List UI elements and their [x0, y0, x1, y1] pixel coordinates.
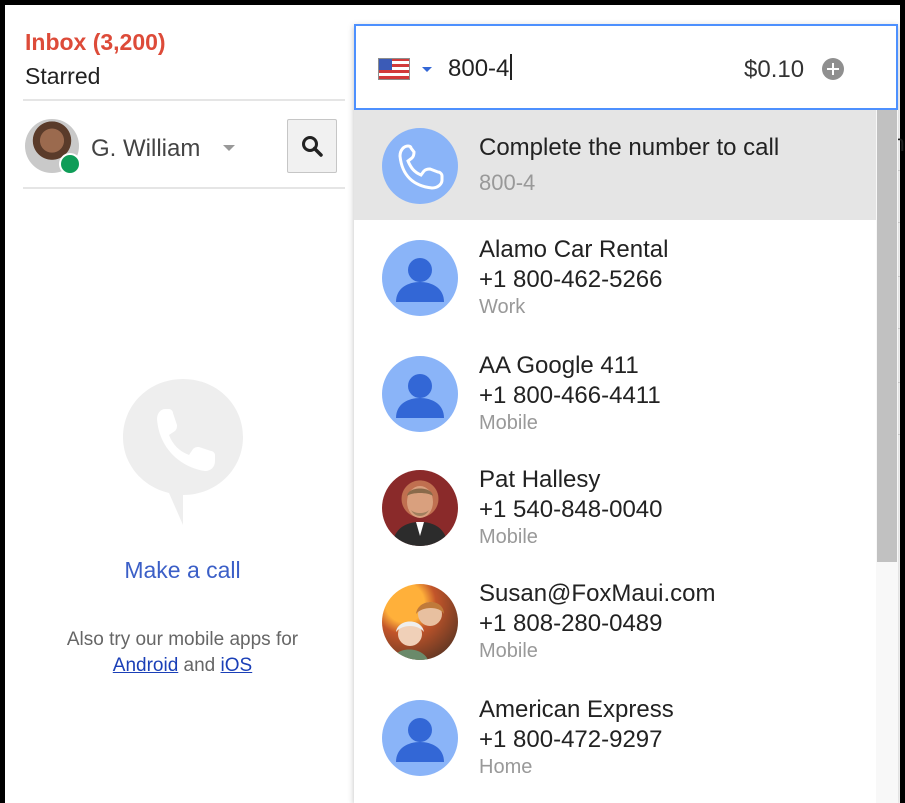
- inbox-link[interactable]: Inbox (3,200): [25, 29, 166, 56]
- ios-link[interactable]: iOS: [221, 655, 253, 676]
- contact-row[interactable]: Alamo Car Rental +1 800-462-5266 Work: [354, 220, 876, 336]
- call-rate: $0.10: [744, 56, 805, 83]
- contact-number: +1 800-466-4411: [479, 382, 661, 409]
- contact-number: +1 808-280-0489: [479, 610, 663, 637]
- us-flag-icon[interactable]: [378, 58, 410, 80]
- phone-icon: [382, 128, 458, 204]
- search-icon: [302, 136, 323, 157]
- person-silhouette: [392, 486, 448, 546]
- and-text: and: [183, 655, 216, 676]
- contact-number-type: Home: [479, 756, 533, 778]
- add-credit-icon[interactable]: [822, 58, 844, 80]
- online-status-icon: [59, 153, 81, 175]
- person-icon: [396, 258, 444, 302]
- suggestion-title: Complete the number to call: [479, 134, 780, 161]
- make-a-call-link[interactable]: Make a call: [5, 557, 360, 584]
- search-button[interactable]: [287, 119, 337, 173]
- contact-avatar: [382, 240, 458, 316]
- scrollbar[interactable]: [876, 110, 898, 803]
- contact-number: +1 800-462-5266: [479, 266, 663, 293]
- user-name[interactable]: G. William: [91, 135, 200, 163]
- contact-number-type: Mobile: [479, 640, 538, 662]
- contact-number: +1 540-848-0040: [479, 496, 663, 523]
- contact-row[interactable]: Susan@FoxMaui.com +1 808-280-0489 Mobile: [354, 564, 876, 680]
- contact-row[interactable]: American Express +1 800-472-9297 Home: [354, 680, 876, 796]
- contact-number-type: Work: [479, 296, 526, 318]
- contact-photo: [382, 584, 458, 660]
- phone-bubble-icon: [123, 379, 243, 525]
- contact-photo: [382, 470, 458, 546]
- person-icon: [396, 374, 444, 418]
- contact-row[interactable]: AA Google 411 +1 800-466-4411 Mobile: [354, 336, 876, 450]
- dial-input-text: 800-4: [448, 55, 510, 82]
- divider: [23, 99, 345, 101]
- contact-number-type: Mobile: [479, 412, 538, 434]
- phone-number-input[interactable]: 800-4 $0.10: [354, 24, 898, 110]
- contact-name: Susan@FoxMaui.com: [479, 580, 716, 607]
- contact-avatar: [382, 356, 458, 432]
- contact-name: Alamo Car Rental: [479, 236, 669, 263]
- scrollbar-thumb[interactable]: [877, 110, 897, 562]
- people-photo: [392, 602, 444, 660]
- suggestion-detail: 800-4: [479, 170, 536, 195]
- country-dropdown-icon[interactable]: [422, 67, 432, 72]
- call-dialer-panel: 800-4 $0.10 Complete the number to call …: [354, 24, 898, 803]
- contact-name: AA Google 411: [479, 352, 639, 379]
- left-pane: Inbox (3,200) Starred G. William Make a …: [5, 5, 350, 803]
- android-link[interactable]: Android: [113, 655, 179, 676]
- contact-row[interactable]: Pat Hallesy +1 540-848-0040 Mobile: [354, 450, 876, 564]
- person-icon: [396, 718, 444, 762]
- starred-link[interactable]: Starred: [25, 63, 100, 90]
- mobile-apps-text: Also try our mobile apps for Android and…: [5, 627, 360, 679]
- text-cursor: [510, 54, 513, 80]
- contact-avatar: [382, 700, 458, 776]
- user-avatar[interactable]: [25, 119, 81, 175]
- dial-input-value[interactable]: 800-4: [448, 54, 513, 83]
- chevron-down-icon[interactable]: [223, 145, 235, 151]
- contact-name: Pat Hallesy: [479, 466, 601, 493]
- divider: [23, 187, 345, 189]
- contact-number: +1 800-472-9297: [479, 726, 663, 753]
- contact-name: American Express: [479, 696, 674, 723]
- contact-number-type: Mobile: [479, 526, 538, 548]
- suggestion-list: Complete the number to call 800-4 Alamo …: [354, 110, 876, 803]
- also-try-text: Also try our mobile apps for: [66, 629, 299, 650]
- suggestion-complete-number[interactable]: Complete the number to call 800-4: [354, 110, 876, 220]
